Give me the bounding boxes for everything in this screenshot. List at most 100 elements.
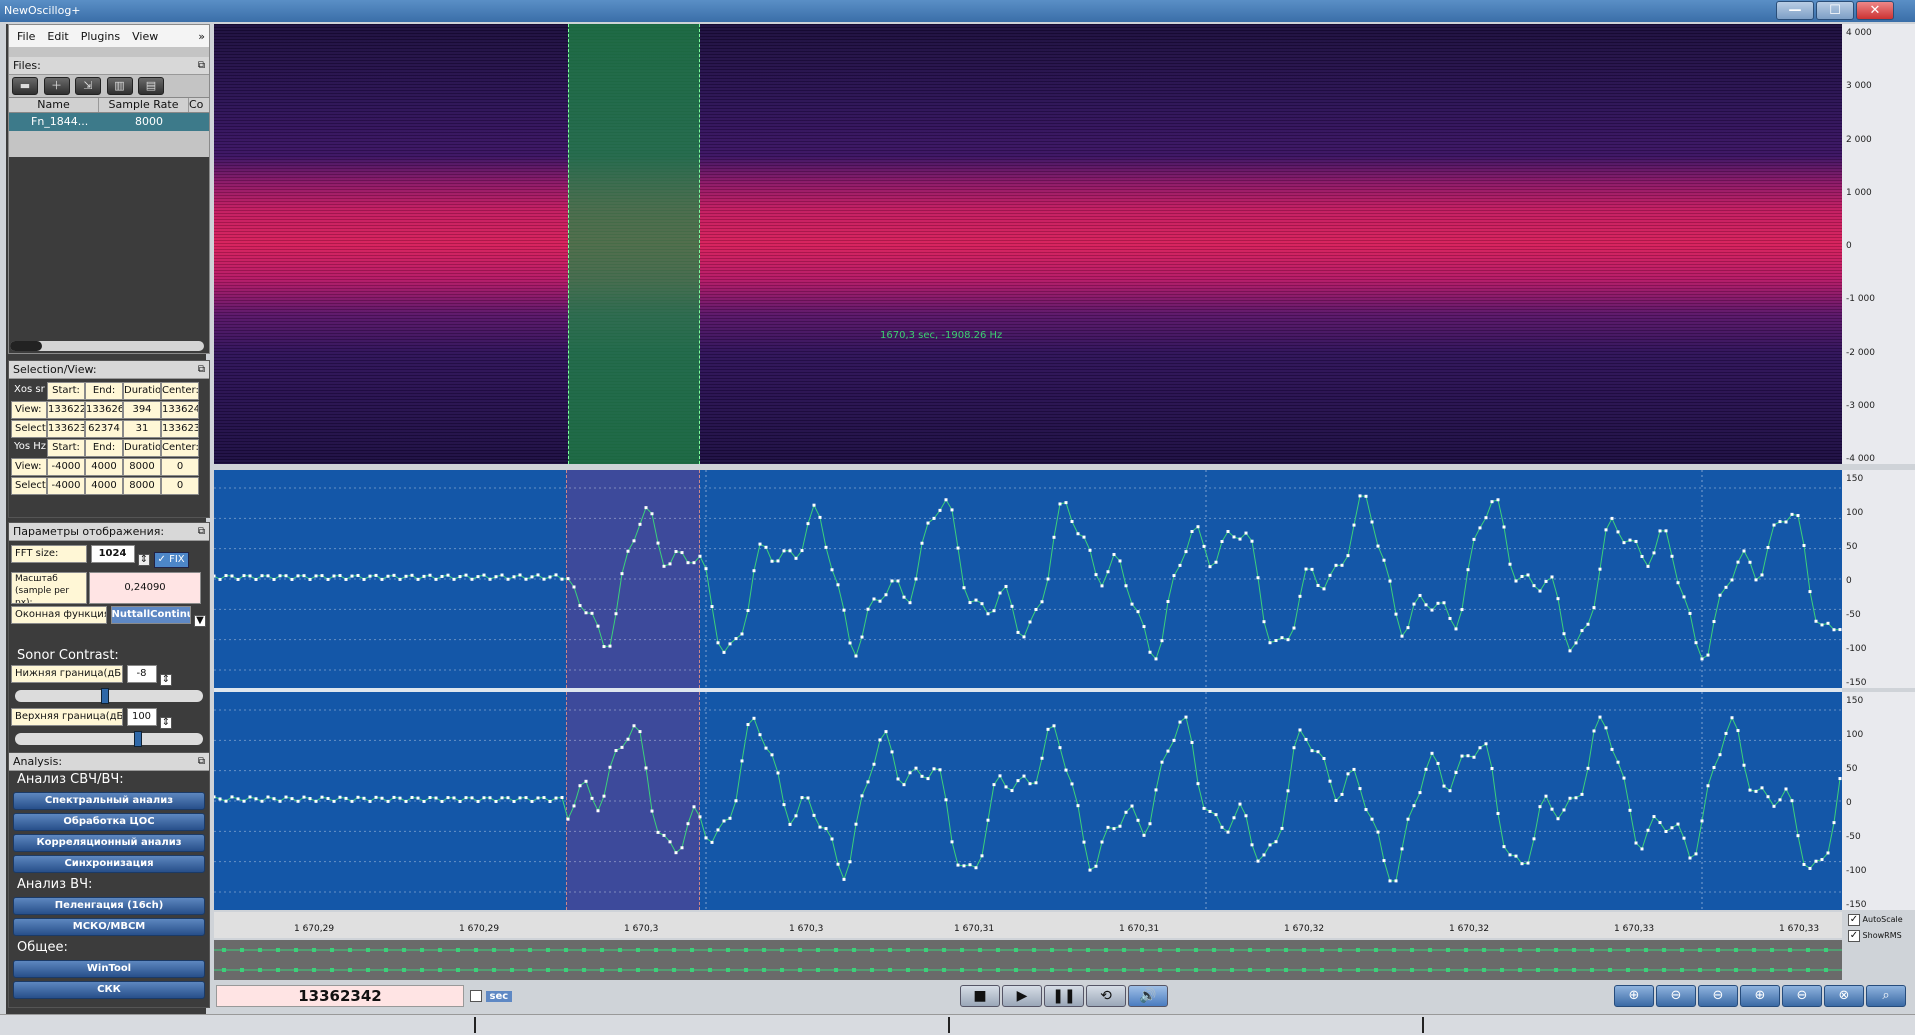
properties-icon[interactable]: ▤ <box>138 77 164 95</box>
loop-icon[interactable]: ⟲ <box>1086 985 1126 1007</box>
sample-point <box>626 737 630 741</box>
fft-spin[interactable]: ⇕ <box>138 554 150 566</box>
col-name[interactable]: Name <box>9 98 99 112</box>
showrms-option[interactable]: ✓ ShowRMS <box>1848 928 1914 944</box>
menu-plugins[interactable]: Plugins <box>81 30 120 43</box>
fft-size-input[interactable]: 1024 <box>90 545 135 563</box>
y-view-start[interactable]: -4000 <box>47 458 85 476</box>
sample-point <box>1250 843 1254 847</box>
sonor-title: Sonor Contrast: <box>17 648 119 663</box>
y-sel-center[interactable]: 0 <box>161 477 199 495</box>
dsp-processing-button[interactable]: Обработка ЦОС <box>13 813 205 831</box>
sec-toggle[interactable]: sec <box>470 989 513 1002</box>
msko-button[interactable]: МСКО/МВСМ <box>13 918 205 936</box>
minimize-button[interactable]: — <box>1776 1 1814 20</box>
marker-track[interactable] <box>214 940 1842 980</box>
sample-point <box>836 862 840 866</box>
low-bound-spin[interactable]: ⇕ <box>160 674 172 686</box>
pin-icon[interactable]: ⧉ <box>198 523 205 541</box>
spectrogram[interactable]: 1670,3 sec, -1908.26 Hz <box>214 24 1842 464</box>
direction-finding-button[interactable]: Пеленгация (16ch) <box>13 897 205 915</box>
y-view-center[interactable]: 0 <box>161 458 199 476</box>
zoom-in-y-icon[interactable]: ⊕ <box>1740 985 1780 1007</box>
menu-view[interactable]: View <box>132 30 158 43</box>
pin-icon[interactable]: ⧉ <box>198 57 205 75</box>
zoom-out-icon[interactable]: ⊖ <box>1656 985 1696 1007</box>
autoscale-option[interactable]: ✓ AutoScale <box>1848 912 1914 928</box>
close-button[interactable]: ✕ <box>1856 1 1894 20</box>
selection-title: Selection/View: <box>13 363 97 376</box>
x-view-center[interactable]: 133624 <box>161 401 199 419</box>
x-sel-end[interactable]: 62374 <box>85 420 123 438</box>
sample-point <box>1064 768 1068 772</box>
delete-icon[interactable]: ▥ <box>106 77 133 95</box>
files-hscrollbar[interactable] <box>10 341 204 351</box>
high-bound-input[interactable]: 100 <box>126 708 157 726</box>
low-bound-thumb[interactable] <box>101 688 110 704</box>
x-view-start[interactable]: 133622 <box>47 401 85 419</box>
y-sel-duration[interactable]: 8000 <box>123 477 161 495</box>
showrms-checkbox[interactable]: ✓ <box>1848 929 1860 942</box>
maximize-button[interactable]: ☐ <box>1816 1 1854 20</box>
sync-button[interactable]: Синхронизация <box>13 855 205 873</box>
menu-file[interactable]: File <box>17 30 35 43</box>
zoom-out-y-icon[interactable]: ⊖ <box>1782 985 1822 1007</box>
scale-value[interactable]: 0,24090 <box>89 572 201 604</box>
wintool-button[interactable]: WinTool <box>13 960 205 978</box>
chevron-down-icon[interactable]: ▼ <box>194 615 206 627</box>
oscillogram-channel-1[interactable] <box>214 470 1842 688</box>
file-row[interactable]: Fn_1844... 8000 <box>9 113 209 131</box>
sample-point <box>632 724 636 728</box>
marker-point <box>600 948 604 952</box>
autoscale-checkbox[interactable]: ✓ <box>1848 913 1860 926</box>
y-view-duration[interactable]: 8000 <box>123 458 161 476</box>
volume-icon[interactable]: 🔊 <box>1128 985 1168 1007</box>
x-view-end[interactable]: 133626 <box>85 401 123 419</box>
pin-icon[interactable]: ⧉ <box>198 753 205 771</box>
low-bound-slider[interactable] <box>15 688 203 704</box>
sample-point <box>1724 731 1728 735</box>
high-bound-thumb[interactable] <box>133 731 142 747</box>
low-bound-input[interactable]: -8 <box>126 665 157 683</box>
position-display[interactable]: 13362342 <box>216 985 464 1007</box>
col-co[interactable]: Co <box>189 98 209 112</box>
stop-icon[interactable]: ■ <box>960 985 1000 1007</box>
col-sample-rate[interactable]: Sample Rate <box>99 98 189 112</box>
oscillogram-channel-2[interactable] <box>214 692 1842 910</box>
y-sel-end[interactable]: 4000 <box>85 477 123 495</box>
high-bound-spin[interactable]: ⇕ <box>160 717 172 729</box>
marker-point <box>636 968 640 972</box>
x-view-duration[interactable]: 394 <box>123 401 161 419</box>
zoom-fit-icon[interactable]: ⌕ <box>1866 985 1906 1007</box>
files-hscroll-thumb[interactable] <box>10 341 42 351</box>
sample-point <box>1634 841 1638 845</box>
add-file-icon[interactable]: ＋ <box>43 77 70 95</box>
window-function-select[interactable]: NuttallContinu <box>110 606 191 624</box>
sample-point <box>362 796 366 800</box>
fix-toggle[interactable]: ✓ FIX <box>153 552 189 568</box>
pin-icon[interactable]: ⧉ <box>198 361 205 379</box>
sec-checkbox[interactable] <box>470 990 482 1002</box>
x-sel-duration[interactable]: 31 <box>123 420 161 438</box>
export-icon[interactable]: ⇲ <box>75 77 101 95</box>
spectral-analysis-button[interactable]: Спектральный анализ <box>13 792 205 810</box>
y-sel-start[interactable]: -4000 <box>47 477 85 495</box>
high-bound-slider[interactable] <box>15 731 203 747</box>
y-view-end[interactable]: 4000 <box>85 458 123 476</box>
zoom-selection-icon[interactable]: ⊗ <box>1824 985 1864 1007</box>
correlation-analysis-button[interactable]: Корреляционный анализ <box>13 834 205 852</box>
zoom-in-icon[interactable]: ⊕ <box>1614 985 1654 1007</box>
menu-overflow[interactable]: » <box>198 30 205 43</box>
play-icon[interactable]: ▶ <box>1002 985 1042 1007</box>
sample-point <box>278 574 282 578</box>
skk-button[interactable]: СКК <box>13 981 205 999</box>
sample-point <box>1526 573 1530 577</box>
open-folder-icon[interactable]: ▬ <box>12 77 38 95</box>
zoom-out-x-icon[interactable]: ⊖ <box>1698 985 1738 1007</box>
x-sel-center[interactable]: 133623 <box>161 420 199 438</box>
menu-edit[interactable]: Edit <box>47 30 68 43</box>
pause-icon[interactable]: ❚❚ <box>1044 985 1084 1007</box>
sample-point <box>1220 825 1224 829</box>
spectrogram-selection[interactable] <box>568 24 700 464</box>
x-sel-start[interactable]: 133623 <box>47 420 85 438</box>
